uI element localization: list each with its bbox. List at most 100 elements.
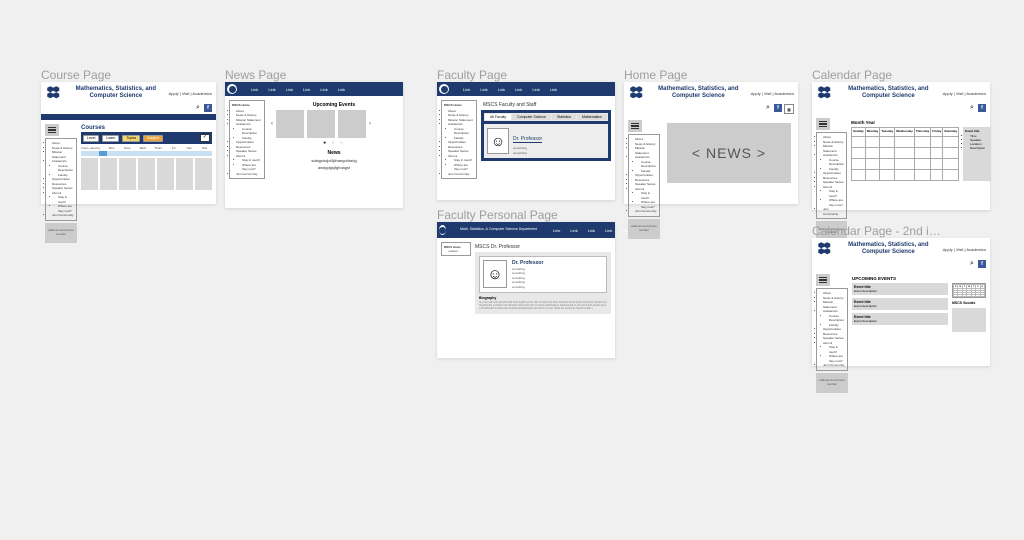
search-icon[interactable]: ⌕ <box>968 104 976 112</box>
nav-bar: Link Link Link Link Link Link <box>437 82 615 96</box>
breadcrumb[interactable]: MSCS Home » About <box>441 242 471 256</box>
dept-title: Mathematics, Statistics, and Computer Sc… <box>67 86 165 99</box>
frame-title-calendar2: Calendar Page - 2nd i… <box>812 224 941 238</box>
faculty-card[interactable]: ☺ Dr. Professor something something <box>484 124 608 158</box>
dept-short: Math, Statistics, & Computer Science Dep… <box>460 228 537 232</box>
frame-title-faculty: Faculty Page <box>437 68 507 82</box>
side-menu[interactable]: AboutNews & HistoryMission Statement Aca… <box>628 134 660 217</box>
nav-link[interactable]: Link <box>532 87 539 92</box>
frame-faculty-personal[interactable]: Math, Statistics, & Computer Science Dep… <box>437 222 615 358</box>
nav-bar: Math, Statistics, & Computer Science Dep… <box>437 222 615 238</box>
facebook-icon[interactable]: f <box>978 104 986 112</box>
event-thumb[interactable] <box>276 110 304 138</box>
bio-text: hs d shd sifh sdf sdif sdif hsdif hsdif … <box>479 301 607 310</box>
news-hero[interactable]: < NEWS > <box>667 123 791 183</box>
nav-link[interactable]: Link <box>463 87 470 92</box>
filter-level[interactable]: Level <box>83 135 99 142</box>
frame-home-page[interactable]: Mathematics, Statistics, and Computer Sc… <box>624 82 798 204</box>
nav-link[interactable]: Link <box>320 87 327 92</box>
month-year: Month Year <box>851 120 991 125</box>
frame-calendar-page[interactable]: Mathematics, Statistics, and Computer Sc… <box>812 82 990 210</box>
faculty-tabs: All Faculty Computer Science Statistics … <box>484 113 608 121</box>
professor-name: Dr. Professor <box>512 260 543 266</box>
search-icon[interactable]: ⌕ <box>968 260 976 268</box>
side-menu[interactable]: AboutNews & HistoryMission Statement Aca… <box>816 132 847 219</box>
logo-round <box>439 84 449 94</box>
news-text: sdaigshdjoi5jthaegohfadg <box>269 158 399 163</box>
news-text: awdgdgsjfghdagsf <box>269 165 399 170</box>
hamburger-icon[interactable] <box>628 120 642 132</box>
mini-calendar[interactable]: SMTWTFS <box>952 283 986 298</box>
time-slider[interactable] <box>81 151 212 156</box>
frame-faculty-page[interactable]: Link Link Link Link Link Link MSCS Home About… <box>437 82 615 200</box>
checkbox[interactable]: ✓ <box>200 134 210 142</box>
search-icon[interactable]: ⌕ <box>194 104 202 112</box>
class-capacity-label: Class capacity <box>81 146 100 150</box>
filter-topics[interactable]: Topics <box>122 135 140 142</box>
filter-learn[interactable]: Learn <box>102 135 119 142</box>
nav-link[interactable]: Link <box>480 87 487 92</box>
tab-all[interactable]: All Faculty <box>485 114 511 120</box>
frame-calendar-2[interactable]: Mathematics, Statistics, and Computer Sc… <box>812 238 990 366</box>
portrait-placeholder: ☺ <box>487 128 509 154</box>
personal-heading: MSCS Dr. Professor <box>475 244 611 250</box>
institution-logo <box>628 84 646 102</box>
courses-heading: Courses <box>81 125 212 131</box>
institution-logo <box>816 240 834 258</box>
event-item[interactable]: Event titleEvent description <box>852 298 948 310</box>
event-item[interactable]: Event titleEvent description <box>852 313 948 325</box>
nav-link[interactable]: Link <box>251 87 258 92</box>
logo-round <box>439 225 446 235</box>
tab-cs[interactable]: Computer Science <box>512 114 551 120</box>
frame-course-page[interactable]: Mathematics, Statistics, and Computer Sc… <box>41 82 216 204</box>
nav-link[interactable]: Link <box>303 87 310 92</box>
institution-logo <box>45 84 63 102</box>
socials-box <box>952 308 986 332</box>
canvas: Course Page Mathematics, Statistics, and… <box>0 0 1024 540</box>
frame-title-faculty-pp: Faculty Personal Page <box>437 208 558 222</box>
address-box: address and phone number <box>45 223 77 243</box>
nav-link[interactable]: Link <box>338 87 345 92</box>
bio-heading: Biography <box>479 296 607 300</box>
filter-subject[interactable]: Subject <box>143 135 163 142</box>
hamburger-icon[interactable] <box>816 118 830 130</box>
carousel-prev-icon[interactable]: ‹ <box>271 121 273 127</box>
calendar-icon[interactable]: ▦ <box>784 104 794 114</box>
event-item[interactable]: Event titleEvent description <box>852 283 948 295</box>
side-menu[interactable]: MSCS Home AboutNews & HistoryMission Sta… <box>441 100 477 179</box>
tab-stats[interactable]: Statistics <box>552 114 576 120</box>
nav-link[interactable]: Link <box>286 87 293 92</box>
search-icon[interactable]: ⌕ <box>764 104 772 112</box>
nav-link[interactable]: Link <box>515 87 522 92</box>
institution-logo <box>816 84 834 102</box>
event-thumb[interactable] <box>307 110 335 138</box>
filter-bar: Level Learn Topics Subject ✓ <box>81 132 212 144</box>
hamburger-icon[interactable] <box>45 124 59 136</box>
faculty-heading: MSCS Faculty and Staff <box>483 102 611 108</box>
frame-news-page[interactable]: Link Link Link Link Link Link MSCS Home About… <box>225 82 403 208</box>
frame-title-calendar: Calendar Page <box>812 68 892 82</box>
nav-link[interactable]: Link <box>498 87 505 92</box>
portrait-placeholder: ☺ <box>483 260 507 288</box>
nav-bar: Link Link Link Link Link Link <box>225 82 403 96</box>
professor-name[interactable]: Dr. Professor <box>513 136 542 143</box>
facebook-icon[interactable]: f <box>774 104 782 112</box>
side-menu[interactable]: AboutNews & HistoryMission Statement Aca… <box>816 288 848 371</box>
tab-math[interactable]: Mathematics <box>577 114 607 120</box>
facebook-icon[interactable]: f <box>978 260 986 268</box>
event-thumb[interactable] <box>338 110 366 138</box>
frame-title-news: News Page <box>225 68 286 82</box>
hamburger-icon[interactable] <box>816 274 830 286</box>
socials-heading: MSCS Socials <box>952 301 986 305</box>
facebook-icon[interactable]: f <box>204 104 212 112</box>
nav-link[interactable]: Link <box>268 87 275 92</box>
carousel-next-icon[interactable]: › <box>369 121 371 127</box>
frame-title-course: Course Page <box>41 68 111 82</box>
carousel-dots[interactable]: ● ○ ○ <box>269 140 399 146</box>
top-links[interactable]: Apply | Visit | Academics <box>169 91 212 96</box>
calendar-grid[interactable]: SundayMondayTuesdayWednesdayThursdayFrid… <box>851 127 959 181</box>
side-menu[interactable]: AboutNews & HistoryMission Statement Aca… <box>45 138 77 221</box>
side-menu[interactable]: MSCS Home AboutNews & HistoryMission Sta… <box>229 100 265 179</box>
nav-link[interactable]: Link <box>550 87 557 92</box>
frame-title-home: Home Page <box>624 68 687 82</box>
